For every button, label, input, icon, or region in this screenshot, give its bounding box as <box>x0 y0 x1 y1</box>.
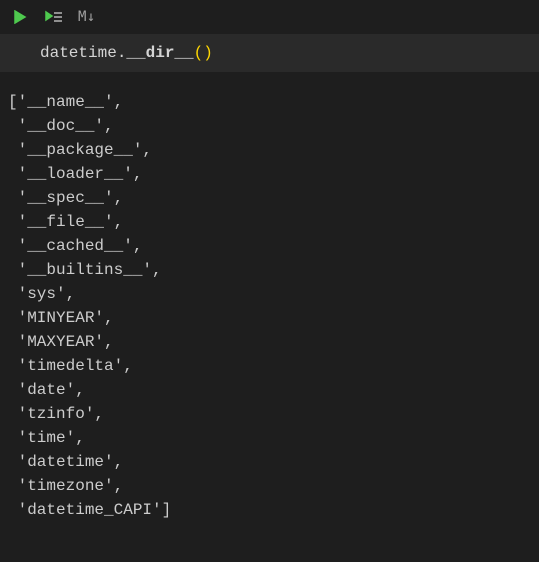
output-line: 'date', <box>8 378 531 402</box>
output-line: '__spec__', <box>8 186 531 210</box>
output-line: '__builtins__', <box>8 258 531 282</box>
code-token-paren-open: ( <box>194 44 204 62</box>
output-line: 'MINYEAR', <box>8 306 531 330</box>
output-line: '__package__', <box>8 138 531 162</box>
output-line: 'tzinfo', <box>8 402 531 426</box>
output-line: 'datetime_CAPI'] <box>8 498 531 522</box>
output-line: '__cached__', <box>8 234 531 258</box>
output-line: 'timezone', <box>8 474 531 498</box>
output-line: 'datetime', <box>8 450 531 474</box>
code-token-object: datetime <box>40 44 117 62</box>
run-by-line-icon[interactable] <box>44 7 64 27</box>
output-line: '__file__', <box>8 210 531 234</box>
code-cell-input[interactable]: datetime.__dir__() <box>0 34 539 72</box>
code-token-method: __dir__ <box>126 44 193 62</box>
cell-output: ['__name__', '__doc__', '__package__', '… <box>0 72 539 530</box>
output-line: 'sys', <box>8 282 531 306</box>
output-line: 'time', <box>8 426 531 450</box>
output-line: 'MAXYEAR', <box>8 330 531 354</box>
code-token-dot: . <box>117 44 127 62</box>
output-line: '__loader__', <box>8 162 531 186</box>
cell-toolbar: M↓ <box>0 0 539 34</box>
code-token-paren-close: ) <box>203 44 213 62</box>
output-line: 'timedelta', <box>8 354 531 378</box>
output-line: ['__name__', <box>8 90 531 114</box>
run-cell-icon[interactable] <box>10 7 30 27</box>
markdown-indicator[interactable]: M↓ <box>78 9 96 25</box>
output-line: '__doc__', <box>8 114 531 138</box>
